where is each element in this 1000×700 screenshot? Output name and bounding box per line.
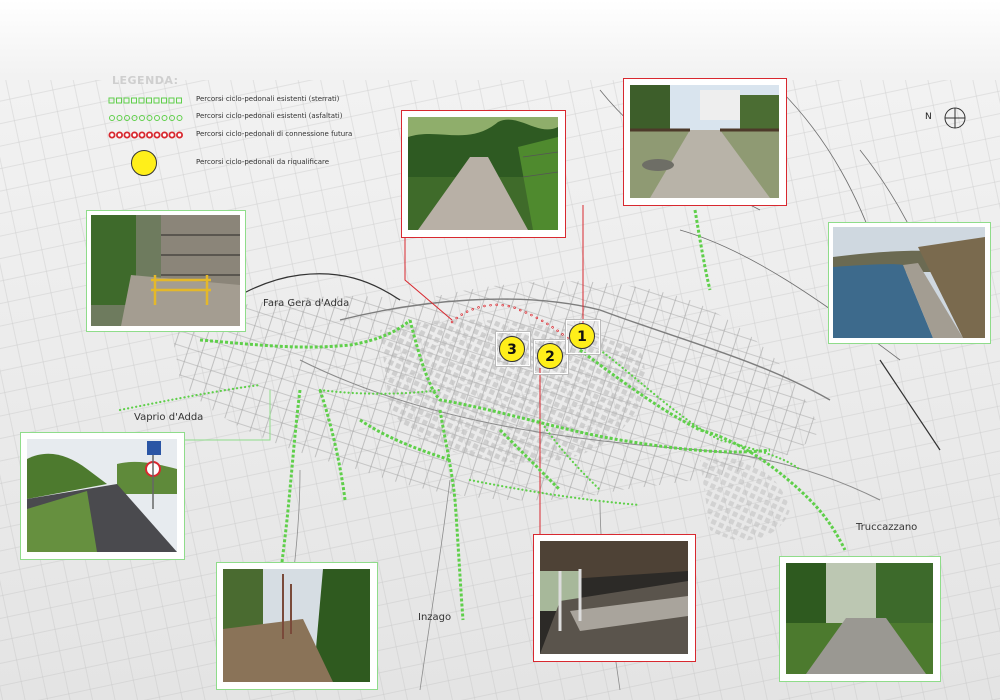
photo-gravel-path-image <box>408 117 558 230</box>
photo-canal-image <box>833 227 985 338</box>
marker-2[interactable]: 2 <box>537 343 563 369</box>
legend-row-requalify <box>129 148 159 176</box>
photo-road-signs-image <box>27 439 177 552</box>
photo-canal[interactable] <box>828 222 991 344</box>
photo-gravel-path[interactable] <box>401 110 566 238</box>
legend-swatch-future <box>108 131 184 139</box>
legend-row-unpaved <box>108 93 184 107</box>
marker-3[interactable]: 3 <box>499 336 525 362</box>
legend-label-paved: Percorsi ciclo-pedonali esistenti (asfal… <box>196 112 343 120</box>
photo-road-signs[interactable] <box>20 432 185 560</box>
photo-garden-path-image <box>630 85 779 198</box>
legend-label-future: Percorsi ciclo-pedonali di connessione f… <box>196 130 353 138</box>
photo-dirt-track-image <box>223 569 370 682</box>
place-fara-gera-dadda: Fara Gera d'Adda <box>263 298 350 309</box>
photo-wash-house[interactable] <box>533 534 696 662</box>
place-inzago: Inzago <box>418 612 452 623</box>
legend-swatch-unpaved <box>108 97 182 104</box>
photo-park-path-image <box>786 563 933 674</box>
photo-dirt-track[interactable] <box>216 562 378 690</box>
legend-row-future <box>108 127 184 141</box>
legend-title: LEGENDA: <box>112 74 179 87</box>
photo-wash-house-image <box>540 541 688 654</box>
photo-garden-path[interactable] <box>623 78 787 206</box>
legend-swatch-paved <box>109 115 183 121</box>
legend-row-paved <box>108 110 184 124</box>
map-stage: LEGENDA: Percorsi ciclo-pedonali esisten… <box>0 0 1000 700</box>
marker-1[interactable]: 1 <box>569 323 595 349</box>
photo-yellow-barrier-image <box>91 215 240 326</box>
legend-swatch-requalify <box>131 150 157 176</box>
legend-label-unpaved: Percorsi ciclo-pedonali esistenti (sterr… <box>196 95 340 103</box>
north-arrow-icon <box>944 107 966 129</box>
north-label: N <box>925 112 932 122</box>
place-vaprio-dadda: Vaprio d'Adda <box>134 412 204 423</box>
photo-yellow-barrier[interactable] <box>86 210 246 332</box>
place-truccazzano: Truccazzano <box>856 522 918 533</box>
photo-park-path[interactable] <box>779 556 941 682</box>
legend-label-requalify: Percorsi ciclo-pedonali da riqualificare <box>196 158 330 166</box>
